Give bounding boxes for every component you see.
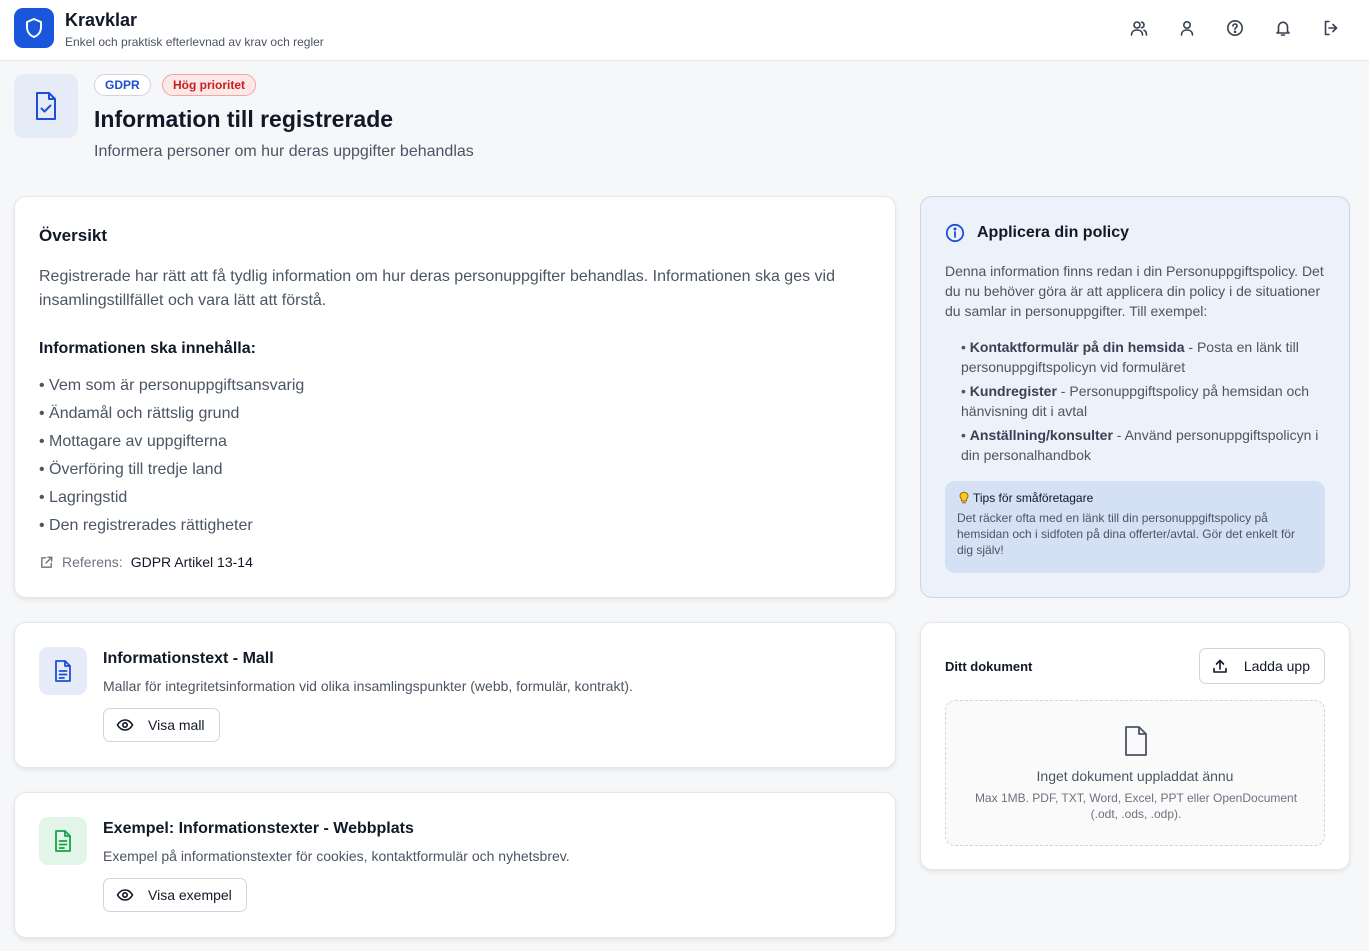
- overview-subheading: Informationen ska innehålla:: [39, 340, 256, 357]
- view-example-label: Visa exempel: [148, 887, 232, 903]
- header-actions: [1123, 14, 1347, 42]
- list-item: • Överföring till tredje land: [39, 461, 223, 478]
- policy-panel: Applicera din policy Denna information f…: [920, 196, 1350, 598]
- view-example-button[interactable]: Visa exempel: [103, 878, 247, 912]
- app-title: Kravklar: [65, 10, 138, 30]
- list-item: • Kontaktformulär på din hemsida - Posta…: [961, 339, 1299, 375]
- list-item: • Vem som är personuppgiftsansvarig: [39, 377, 305, 394]
- empty-state-text: Inget dokument uppladdat ännu: [1036, 768, 1234, 784]
- upload-icon: [1213, 659, 1227, 673]
- page-subtitle: Informera personer om hur deras uppgifte…: [94, 143, 474, 160]
- top-bar: Kravklar Enkel och praktisk efterlevnad …: [0, 0, 1369, 61]
- app-subtitle: Enkel och praktisk efterlevnad av krav o…: [65, 35, 324, 49]
- overview-title: Översikt: [39, 226, 108, 245]
- resource-title: Informationstext - Mall: [103, 650, 274, 667]
- tip-text: Det räcker ofta med en länk till din per…: [957, 511, 1295, 557]
- document-card: Ditt dokument Ladda upp Inget dokument u…: [920, 622, 1350, 870]
- list-item: • Kundregister - Personuppgiftspolicy på…: [961, 383, 1310, 419]
- upload-button[interactable]: Ladda upp: [1198, 648, 1325, 684]
- info-icon: [945, 223, 965, 243]
- user-icon[interactable]: [1171, 14, 1203, 42]
- page-title: Information till registrerade: [94, 106, 394, 132]
- help-icon[interactable]: [1219, 14, 1251, 42]
- logout-icon[interactable]: [1315, 14, 1347, 42]
- eye-icon: [116, 889, 134, 901]
- list-item: • Den registrerades rättigheter: [39, 517, 253, 534]
- policy-description: Denna information finns redan i din Pers…: [945, 263, 1324, 319]
- framework-badge: GDPR: [94, 74, 151, 96]
- reference-label: Referens:: [62, 554, 123, 570]
- upload-button-label: Ladda upp: [1243, 658, 1310, 674]
- tip-title: Tips för småföretagare: [957, 491, 1313, 505]
- eye-icon: [116, 719, 134, 731]
- overview-description: Registrerade har rätt att få tydlig info…: [39, 268, 835, 309]
- policy-examples: • Kontaktformulär på din hemsida - Posta…: [961, 337, 1331, 469]
- reference-value: GDPR Artikel 13-14: [130, 554, 253, 570]
- view-template-button[interactable]: Visa mall: [103, 708, 220, 742]
- shield-logo-icon[interactable]: [14, 8, 54, 48]
- example-bold: Kontaktformulär på din hemsida: [969, 339, 1185, 355]
- list-item: • Lagringstid: [39, 489, 128, 506]
- overview-card: Översikt Registrerade har rätt att få ty…: [14, 196, 896, 598]
- file-icon: [1125, 726, 1147, 756]
- document-title: Ditt dokument: [945, 659, 1033, 674]
- file-text-icon: [39, 647, 87, 695]
- list-item: • Mottagare av uppgifterna: [39, 433, 227, 450]
- tip-title-text: Tips för småföretagare: [973, 491, 1094, 505]
- upload-hint: Max 1MB. PDF, TXT, Word, Excel, PPT elle…: [974, 791, 1298, 821]
- resource-description: Exempel på informationstexter för cookie…: [103, 848, 570, 864]
- template-card: Informationstext - Mall Mallar för integ…: [14, 622, 896, 768]
- example-bold: Kundregister: [969, 383, 1057, 399]
- reference-link[interactable]: Referens: GDPR Artikel 13-14: [39, 554, 253, 570]
- bell-icon[interactable]: [1267, 14, 1299, 42]
- example-bold: Anställning/konsulter: [969, 427, 1113, 443]
- list-item: • Anställning/konsulter - Använd personu…: [961, 427, 1319, 463]
- users-icon[interactable]: [1123, 14, 1155, 42]
- external-link-icon: [41, 556, 53, 568]
- resource-title: Exempel: Informationstexter - Webbplats: [103, 820, 414, 837]
- document-check-icon: [14, 74, 78, 138]
- lightbulb-icon: [959, 491, 969, 504]
- requirements-list: • Vem som är personuppgiftsansvarig • Än…: [39, 372, 304, 540]
- policy-title: Applicera din policy: [977, 224, 1130, 241]
- file-text-icon: [39, 817, 87, 865]
- view-template-label: Visa mall: [148, 717, 205, 733]
- dropzone[interactable]: Inget dokument uppladdat ännu Max 1MB. P…: [945, 700, 1325, 846]
- priority-badge: Hög prioritet: [162, 74, 256, 96]
- example-card: Exempel: Informationstexter - Webbplats …: [14, 792, 896, 938]
- policy-header: Applicera din policy: [945, 223, 1129, 243]
- resource-description: Mallar för integritetsinformation vid ol…: [103, 678, 633, 694]
- list-item: • Ändamål och rättslig grund: [39, 405, 240, 422]
- tip-box: Tips för småföretagare Det räcker ofta m…: [945, 481, 1325, 573]
